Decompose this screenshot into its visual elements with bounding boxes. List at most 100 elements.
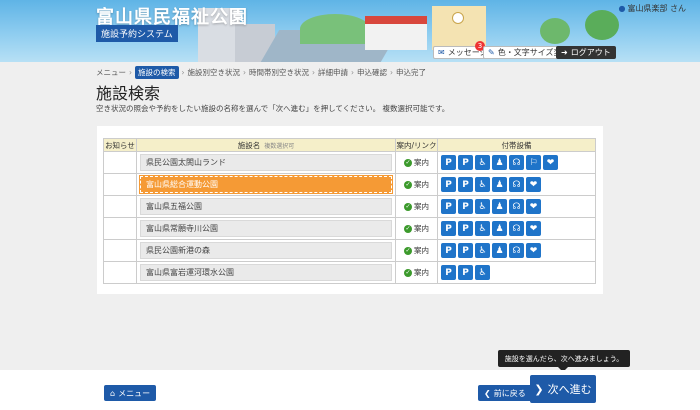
equipment-cell: P P ♿ ♟ ☊ ❤ [437, 173, 596, 196]
facility-select-button[interactable]: 富山県富岩運河環水公園 [140, 264, 392, 281]
breadcrumb-separator: › [181, 68, 185, 77]
tree-illustration [540, 18, 570, 44]
info-circle-icon: ✓ [404, 268, 412, 277]
info-circle-icon: ✓ [404, 158, 412, 167]
notice-cell [103, 261, 137, 284]
header-equipment: 付帯設備 [437, 138, 596, 152]
guide-cell: ✓ 案内 [395, 239, 438, 262]
accessible-toilet-icon: ♟ [492, 177, 507, 192]
equipment-cell: P P ♿ [437, 261, 596, 284]
clock-icon [452, 12, 464, 24]
guide-link[interactable]: ✓ 案内 [404, 245, 429, 256]
accessible-toilet-icon: ♟ [492, 221, 507, 236]
name-cell: 県民公園太閤山ランド [136, 151, 396, 174]
parking-icon: P [441, 221, 456, 236]
user-info: ● 富山県楽部 さん [618, 3, 686, 14]
guide-cell: ✓ 案内 [395, 261, 438, 284]
guide-link[interactable]: ✓ 案内 [404, 179, 429, 190]
facility-panel: お知らせ 施設名 複数選択可 案内/リンク 付帯設備 県民公園太閤山ランド ✓ 案内 P… [97, 126, 603, 294]
guide-link[interactable]: ✓ 案内 [404, 157, 429, 168]
guide-link-label: 案内 [414, 158, 429, 167]
guide-link-label: 案内 [414, 246, 429, 255]
notice-cell [103, 173, 137, 196]
table-row: 県民公園太閤山ランド ✓ 案内 P P ♿ ♟ ☊ ⚐ ❤ [103, 151, 596, 174]
bus-parking-icon: P [458, 177, 473, 192]
logout-label: ログアウト [570, 48, 611, 57]
page-title: 施設検索 [96, 84, 161, 103]
guide-link[interactable]: ✓ 案内 [404, 267, 429, 278]
accessible-toilet-icon: ♟ [492, 155, 507, 170]
parking-icon: P [441, 155, 456, 170]
parking-icon: P [441, 177, 456, 192]
table-header-row: お知らせ 施設名 複数選択可 案内/リンク 付帯設備 [103, 138, 596, 152]
facility-table-body: 県民公園太閤山ランド ✓ 案内 P P ♿ ♟ ☊ ⚐ ❤ 富山県総合運動公園 ✓ 案内 P P ♿ ♟ ☊ ❤ 富山… [103, 151, 596, 284]
equipment-cell: P P ♿ ♟ ☊ ❤ [437, 239, 596, 262]
equipment-cell: P P ♿ ♟ ☊ ❤ [437, 195, 596, 218]
system-name-badge: 施設予約システム [96, 25, 178, 42]
notice-cell [103, 195, 137, 218]
wheelchair-icon: ♿ [475, 243, 490, 258]
back-button[interactable]: ❮ 前に戻る [478, 385, 532, 401]
site-header: 富山県民福祉公園 施設予約システム ● 富山県楽部 さん ✉ メッセージ 3 ✎ … [0, 0, 700, 62]
breadcrumb-item-menu[interactable]: メニュー [96, 67, 126, 78]
aed-icon: ❤ [526, 243, 541, 258]
accessible-toilet-icon: ♟ [492, 243, 507, 258]
name-cell: 富山県富岩運河環水公園 [136, 261, 396, 284]
bus-parking-icon: P [458, 199, 473, 214]
menu-button[interactable]: ⌂ メニュー [104, 385, 157, 401]
facility-select-button[interactable]: 富山県総合運動公園 [139, 175, 393, 194]
bus-parking-icon: P [458, 221, 473, 236]
pencil-icon: ✎ [488, 48, 495, 57]
parking-icon: P [441, 265, 456, 280]
breadcrumb-separator: › [129, 68, 132, 77]
breadcrumb-separator: › [390, 68, 393, 77]
ostomate-icon: ☊ [509, 199, 524, 214]
facility-select-button[interactable]: 県民公園太閤山ランド [140, 154, 392, 171]
logout-button[interactable]: ➜ ログアウト [556, 46, 616, 59]
equipment-icons: P P ♿ ♟ ☊ ❤ [441, 177, 592, 192]
parking-icon: P [441, 199, 456, 214]
tree-illustration [585, 10, 619, 40]
breadcrumb-item: 申込確認 [357, 68, 387, 77]
header-notice: お知らせ [103, 138, 137, 152]
info-circle-icon: ✓ [404, 246, 412, 255]
guide-link-label: 案内 [414, 224, 429, 233]
next-button-label: 次へ進む [547, 383, 592, 396]
accessible-toilet-icon: ♟ [492, 199, 507, 214]
guide-cell: ✓ 案内 [395, 195, 438, 218]
table-row: 富山県総合運動公園 ✓ 案内 P P ♿ ♟ ☊ ❤ [103, 173, 596, 196]
guide-cell: ✓ 案内 [395, 151, 438, 174]
ostomate-icon: ☊ [509, 155, 524, 170]
chevron-left-icon: ❮ [484, 388, 491, 398]
notice-cell [103, 217, 137, 240]
green-hill-illustration [300, 14, 370, 44]
facility-select-button[interactable]: 県民公園新港の森 [140, 242, 392, 259]
info-circle-icon: ✓ [404, 202, 412, 211]
header-name-label: 施設名 [237, 140, 261, 150]
breadcrumb-item: 申込完了 [396, 68, 426, 77]
next-button[interactable]: ❯ 次へ進む [530, 375, 596, 403]
equipment-icons: P P ♿ ♟ ☊ ❤ [441, 199, 592, 214]
guide-link[interactable]: ✓ 案内 [404, 201, 429, 212]
guide-cell: ✓ 案内 [395, 173, 438, 196]
chevron-right-icon: ❯ [534, 382, 544, 396]
facility-select-button[interactable]: 富山県五福公園 [140, 198, 392, 215]
breadcrumb-separator: › [312, 68, 315, 77]
instruction-text: 空き状況の照会や予約をしたい施設の名称を選んで「次へ進む」を押してください。 複… [96, 104, 450, 113]
wheelchair-icon: ♿ [475, 155, 490, 170]
breadcrumb-separator: › [243, 68, 246, 77]
header-guide: 案内/リンク [395, 138, 438, 152]
guide-link[interactable]: ✓ 案内 [404, 223, 429, 234]
user-icon: ● [618, 4, 626, 13]
facility-select-button[interactable]: 富山県常願寺川公園 [140, 220, 392, 237]
gym-building-illustration [365, 16, 427, 50]
header-name: 施設名 複数選択可 [136, 138, 396, 152]
notice-cell [103, 151, 137, 174]
facility-table: お知らせ 施設名 複数選択可 案内/リンク 付帯設備 県民公園太閤山ランド ✓ 案内 P… [103, 138, 596, 284]
table-row: 富山県富岩運河環水公園 ✓ 案内 P P ♿ [103, 261, 596, 284]
bus-parking-icon: P [458, 243, 473, 258]
equipment-icons: P P ♿ [441, 265, 592, 280]
name-cell: 富山県五福公園 [136, 195, 396, 218]
next-step-tooltip: 施設を選んだら、次へ進みましょう。 [498, 350, 630, 372]
header-name-sub: 複数選択可 [264, 142, 295, 150]
